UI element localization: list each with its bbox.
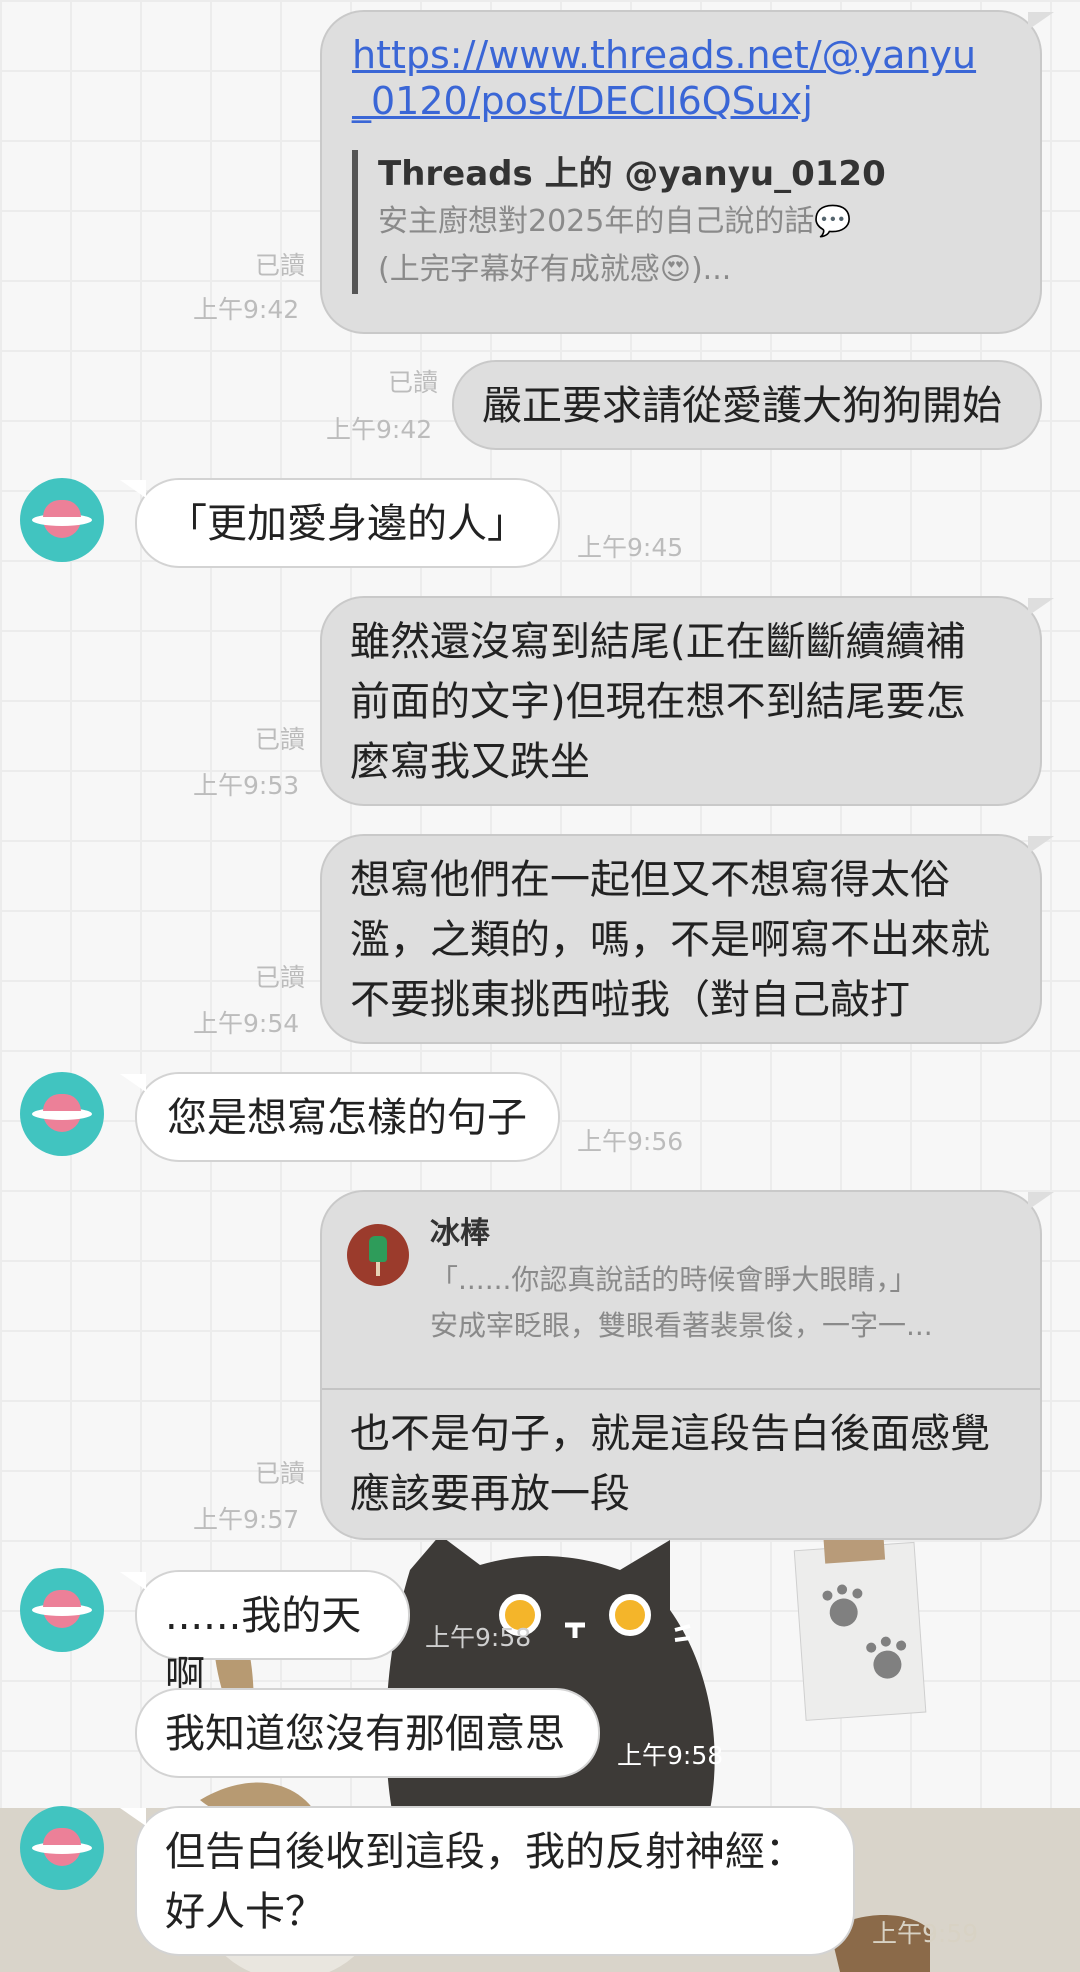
bubble-tail <box>120 480 146 498</box>
bubble-tail <box>1028 1192 1054 1210</box>
planet-avatar-icon[interactable] <box>20 1072 104 1156</box>
message-line: 好人卡？ <box>165 1889 325 1935</box>
message-bubble[interactable]: 雖然還沒寫到結尾(正在斷斷續續補 前面的文字)但現在想不到結尾要怎 麼寫我又跌坐 <box>320 596 1042 806</box>
message-text: 嚴正要求請從愛護大狗狗開始 <box>482 383 1002 429</box>
reply-quote-line-2: 安成宰眨眼，雙眼看著裴景俊，一字一... <box>430 1309 933 1342</box>
threads-link[interactable]: https://www.threads.net/@yanyu _0120/pos… <box>352 32 1010 124</box>
preview-title: Threads 上的 @yanyu_0120 <box>378 154 886 194</box>
planet-avatar-icon[interactable] <box>20 478 104 562</box>
reply-quote[interactable]: 冰棒 「......你認真說話的時候會睜大眼睛，」 安成宰眨眼，雙眼看著裴景俊，… <box>322 1192 1040 1390</box>
message-line: 但告白後收到這段，我的反射神經： <box>165 1829 805 1875</box>
preview-line-2: (上完字幕好有成就感😍)... <box>378 252 732 287</box>
popsicle-icon <box>347 1224 409 1286</box>
planet-avatar-icon[interactable] <box>20 1806 104 1890</box>
message-timestamp: 上午9:53 <box>193 771 300 800</box>
message-timestamp: 上午9:59 <box>872 1919 979 1948</box>
message-timestamp: 上午9:58 <box>617 1741 724 1770</box>
read-receipt: 已讀 <box>387 368 438 397</box>
reply-quote-line-1: 「......你認真說話的時候會睜大眼睛，」 <box>430 1263 918 1296</box>
message-line: 想寫他們在一起但又不想寫得太俗 <box>350 857 950 903</box>
message-line: 前面的文字)但現在想不到結尾要怎 <box>350 679 966 725</box>
reply-message-bubble[interactable]: 冰棒 「......你認真說話的時候會睜大眼睛，」 安成宰眨眼，雙眼看著裴景俊，… <box>320 1190 1042 1540</box>
message-bubble[interactable]: 想寫他們在一起但又不想寫得太俗 濫，之類的，嗎，不是啊寫不出來就 不要挑東挑西啦… <box>320 834 1042 1044</box>
message-timestamp: 上午9:42 <box>193 295 300 324</box>
message-timestamp: 上午9:45 <box>577 533 684 562</box>
read-receipt: 已讀 <box>254 251 305 280</box>
message-bubble[interactable]: ......我的天啊 <box>135 1570 410 1699</box>
message-line: 麼寫我又跌坐 <box>350 739 590 785</box>
bubble-tail <box>120 1572 146 1590</box>
message-timestamp: 上午9:56 <box>577 1127 684 1156</box>
message-bubble[interactable]: 但告白後收到這段，我的反射神經： 好人卡？ <box>135 1806 855 1956</box>
bubble-tail <box>120 1074 146 1092</box>
message-timestamp: 上午9:57 <box>193 1505 300 1534</box>
message-text: 我知道您沒有那個意思 <box>165 1711 565 1757</box>
message-line: 雖然還沒寫到結尾(正在斷斷續續補 <box>350 619 966 665</box>
message-bubble[interactable]: 「更加愛身邊的人」 <box>135 478 560 568</box>
message-timestamp: 上午9:58 <box>425 1623 532 1652</box>
message-bubble[interactable]: 您是想寫怎樣的句子 <box>135 1072 560 1162</box>
message-line: 不要挑東挑西啦我（對自己敲打 <box>350 977 910 1023</box>
message-timestamp: 上午9:42 <box>326 415 433 444</box>
link-line-2[interactable]: _0120/post/DECII6QSuxj <box>352 78 1010 124</box>
link-preview-card[interactable]: Threads 上的 @yanyu_0120 安主廚想對2025年的自己說的話💬… <box>352 150 1010 294</box>
message-line: 應該要再放一段 <box>350 1471 630 1517</box>
preview-line-1: 安主廚想對2025年的自己說的話💬 <box>378 204 852 239</box>
bubble-tail <box>1028 12 1054 30</box>
message-bubble[interactable]: 嚴正要求請從愛護大狗狗開始 <box>452 360 1042 450</box>
bubble-tail <box>120 1808 146 1826</box>
bubble-tail <box>1028 598 1054 616</box>
message-bubble[interactable]: 我知道您沒有那個意思 <box>135 1688 600 1778</box>
message-timestamp: 上午9:54 <box>193 1009 300 1038</box>
link-line-1[interactable]: https://www.threads.net/@yanyu <box>352 32 1010 78</box>
reply-sender-name: 冰棒 <box>430 1216 490 1251</box>
message-line: 濫，之類的，嗎，不是啊寫不出來就 <box>350 917 990 963</box>
planet-avatar-icon[interactable] <box>20 1568 104 1652</box>
message-text: 「更加愛身邊的人」 <box>167 501 527 547</box>
link-preview-bubble[interactable]: https://www.threads.net/@yanyu _0120/pos… <box>320 10 1042 334</box>
message-text: 您是想寫怎樣的句子 <box>167 1095 527 1141</box>
message-line: 也不是句子，就是這段告白後面感覺 <box>350 1411 990 1457</box>
read-receipt: 已讀 <box>254 1459 305 1488</box>
read-receipt: 已讀 <box>254 725 305 754</box>
bubble-tail <box>1028 836 1054 854</box>
read-receipt: 已讀 <box>254 963 305 992</box>
